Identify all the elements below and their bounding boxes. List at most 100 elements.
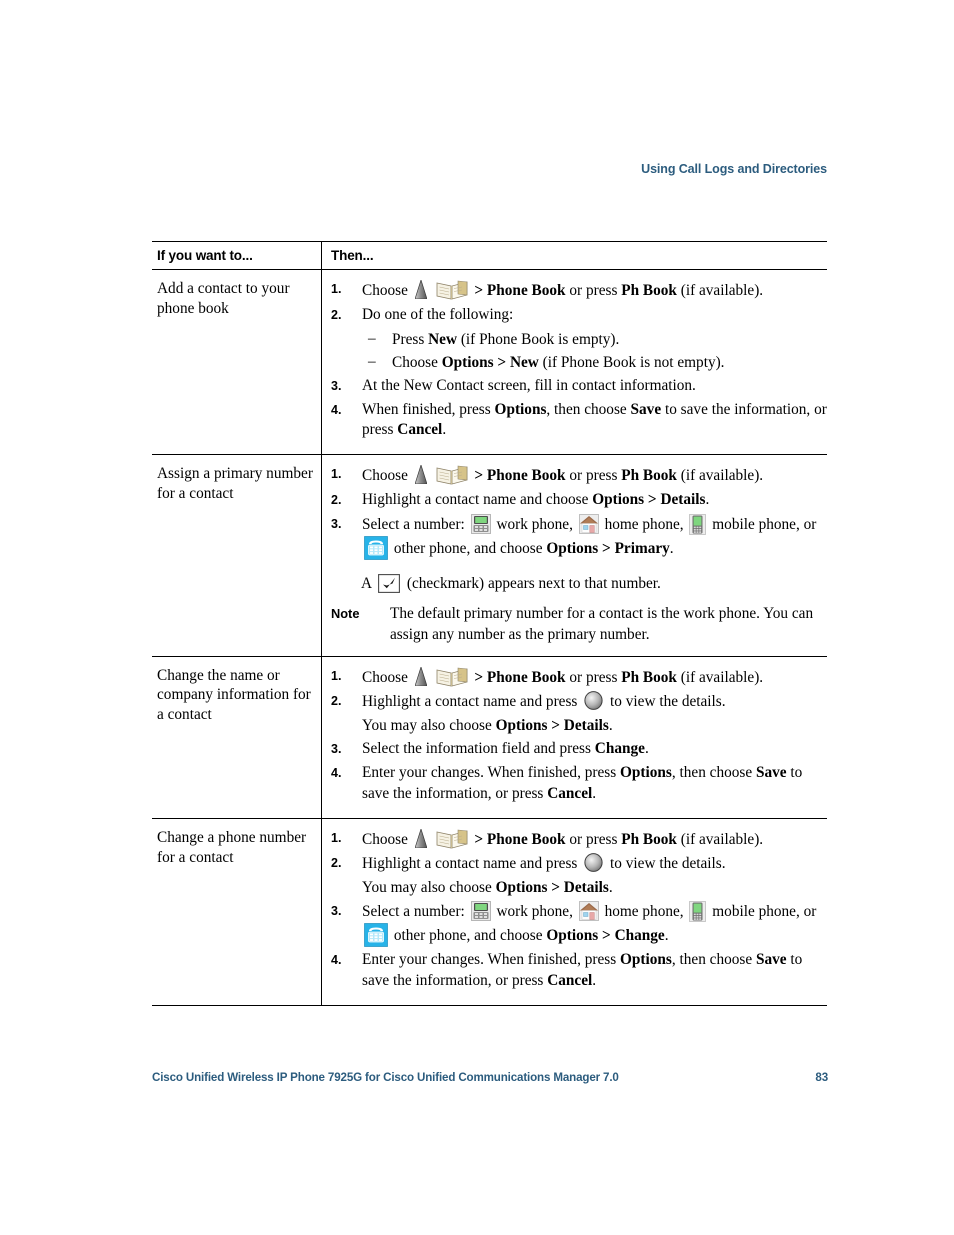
sub-step-item: – Press New (if Phone Book is empty). bbox=[362, 329, 827, 350]
row-label: Assign a primary number for a contact bbox=[157, 465, 313, 503]
step-number: 1. bbox=[331, 467, 342, 482]
step-text-bold2: Save bbox=[630, 400, 662, 418]
step-number: 4. bbox=[331, 402, 342, 417]
row-label-cell: Add a contact to your phone book bbox=[152, 269, 322, 456]
select-button-icon bbox=[584, 853, 603, 873]
step-number: 2. bbox=[331, 307, 342, 322]
steps-list: 1. Choose > Phone Book or press Ph Book … bbox=[331, 279, 827, 441]
checkmark-line-a: A bbox=[361, 574, 372, 592]
step-text-bold2: Ph Book bbox=[621, 282, 677, 299]
step-item: 1. Choose > Phone Book or press Ph Book … bbox=[331, 666, 827, 689]
step-text-post: or press bbox=[565, 668, 622, 686]
step-text-post: or press bbox=[565, 282, 622, 299]
select-number-label: Select a number: bbox=[362, 903, 465, 921]
other-phone-icon bbox=[364, 535, 388, 560]
table-header-cell-then: Then... bbox=[321, 241, 827, 270]
footer-title: Cisco Unified Wireless IP Phone 7925G fo… bbox=[152, 1071, 619, 1084]
step-item: 3. Select the information field and pres… bbox=[331, 739, 827, 760]
step-item: 2. Highlight a contact name and press to… bbox=[331, 853, 827, 898]
checkmark-line-b: (checkmark) appears next to that number. bbox=[406, 574, 661, 592]
step-text-bold: > Phone Book bbox=[474, 668, 566, 686]
row-label: Change the name or company information f… bbox=[157, 666, 311, 724]
cont-post: . bbox=[608, 717, 613, 735]
step-continuation: You may also choose Options > Details. bbox=[362, 715, 827, 736]
step-item: 4. Enter your changes. When finished, pr… bbox=[331, 950, 827, 992]
step-number: 3. bbox=[331, 516, 342, 531]
step-number: 1. bbox=[331, 668, 342, 683]
step-number: 4. bbox=[331, 766, 342, 781]
home-phone-icon bbox=[578, 513, 599, 534]
step-text-post: . bbox=[705, 491, 710, 508]
step-text-post: or press bbox=[565, 467, 622, 485]
row-label-cell: Assign a primary number for a contact bbox=[152, 454, 322, 657]
dash-bullet: – bbox=[368, 352, 376, 370]
step-text-bold: Options > Details bbox=[592, 491, 706, 508]
action-post: . bbox=[664, 927, 669, 945]
step-text-bold: > Phone Book bbox=[474, 830, 566, 848]
step-text-post: or press bbox=[565, 830, 622, 848]
table-header-cell-want: If you want to... bbox=[152, 241, 322, 270]
step-text-bold2: Ph Book bbox=[621, 467, 677, 485]
row-steps-cell: 1. Choose > Phone Book or press Ph Book … bbox=[321, 269, 827, 456]
work-phone-label: work phone, bbox=[496, 515, 573, 533]
step-number: 1. bbox=[331, 282, 342, 296]
step-text-post: to view the details. bbox=[610, 693, 726, 711]
step-text-bold3: Cancel bbox=[547, 784, 593, 802]
step-text-bold: Options bbox=[620, 951, 672, 969]
mobile-phone-label: mobile phone, or bbox=[712, 903, 817, 921]
sub-step-bold: Options > New bbox=[441, 353, 539, 371]
cont-bold: Options > Details bbox=[495, 879, 609, 897]
step-item: 2. Do one of the following: – Press New … bbox=[331, 305, 827, 373]
step-text-pre: Highlight a contact name and press bbox=[362, 855, 578, 873]
step-number: 3. bbox=[331, 378, 342, 393]
procedure-table: If you want to... Then... Add a contact … bbox=[152, 241, 827, 1006]
step-text-post: . bbox=[442, 421, 447, 439]
nav-arrow-icon bbox=[414, 280, 427, 299]
table-header-row: If you want to... Then... bbox=[152, 241, 827, 270]
table-row: Add a contact to your phone book 1. Choo… bbox=[152, 269, 827, 456]
step-text-bold: Change bbox=[594, 740, 645, 758]
step-text-pre: Choose bbox=[362, 830, 408, 848]
phone-book-icon bbox=[436, 828, 468, 849]
page-footer: Cisco Unified Wireless IP Phone 7925G fo… bbox=[152, 1071, 828, 1084]
step-text-bold: > Phone Book bbox=[474, 467, 566, 485]
row-steps-cell: 1. Choose > Phone Book or press Ph Book … bbox=[321, 656, 827, 819]
nav-arrow-icon bbox=[414, 465, 427, 485]
step-text-pre: Select the information field and press bbox=[362, 740, 595, 758]
cont-pre: You may also choose bbox=[362, 717, 496, 735]
other-phone-label: other phone, and choose bbox=[393, 927, 543, 945]
note-label: Note bbox=[331, 606, 360, 621]
step-number: 2. bbox=[331, 856, 342, 871]
step-text-pre: When finished, press bbox=[362, 400, 495, 418]
note-block: Note The default primary number for a co… bbox=[331, 604, 827, 646]
step-item: 4. When finished, press Options, then ch… bbox=[331, 400, 827, 442]
home-phone-label: home phone, bbox=[604, 515, 684, 533]
step-number: 4. bbox=[331, 953, 342, 968]
step-number: 2. bbox=[331, 493, 342, 507]
step-number: 2. bbox=[331, 694, 342, 709]
sub-step-pre: Choose bbox=[392, 353, 442, 371]
step-item: 3. Select a number: work phone, home pho… bbox=[331, 513, 827, 560]
checkmark-line: A (checkmark) appears next to that numbe… bbox=[331, 573, 827, 594]
step-item: 3. Select a number: work phone, home pho… bbox=[331, 901, 827, 948]
step-item: 2. Highlight a contact name and choose O… bbox=[331, 490, 827, 511]
sub-step-post: (if Phone Book is empty). bbox=[457, 330, 620, 348]
action-bold: Options > Primary bbox=[546, 539, 670, 557]
step-text: At the New Contact screen, fill in conta… bbox=[362, 376, 696, 394]
steps-list: 1. Choose > Phone Book or press Ph Book … bbox=[331, 464, 827, 560]
other-phone-label: other phone, and choose bbox=[393, 539, 543, 557]
step-continuation: You may also choose Options > Details. bbox=[362, 877, 827, 898]
step-text-pre: Choose bbox=[362, 282, 408, 299]
step-item: 3. At the New Contact screen, fill in co… bbox=[331, 376, 827, 397]
mobile-phone-icon bbox=[689, 513, 707, 535]
step-item: 1. Choose > Phone Book or press Ph Book … bbox=[331, 464, 827, 487]
footer-page-number: 83 bbox=[815, 1071, 828, 1084]
mobile-phone-icon bbox=[689, 901, 707, 923]
step-text-bold: > Phone Book bbox=[474, 282, 566, 299]
step-text-pre: Enter your changes. When finished, press bbox=[362, 951, 620, 969]
home-phone-label: home phone, bbox=[604, 903, 684, 921]
table-row: Assign a primary number for a contact 1.… bbox=[152, 454, 827, 657]
sub-step-post: (if Phone Book is not empty). bbox=[538, 353, 725, 371]
step-item: 4. Enter your changes. When finished, pr… bbox=[331, 763, 827, 805]
mobile-phone-label: mobile phone, or bbox=[712, 515, 817, 533]
